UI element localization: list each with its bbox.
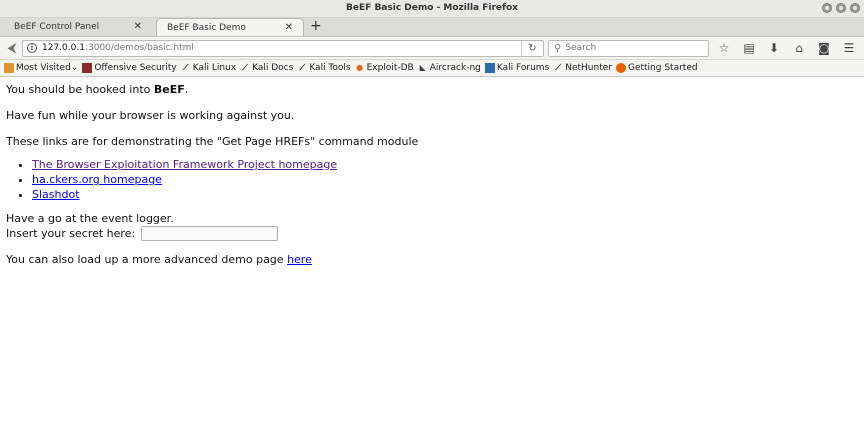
folder-icon	[4, 63, 14, 73]
link-beef-homepage[interactable]: The Browser Exploitation Framework Proje…	[32, 158, 337, 171]
tab-label: BeEF Basic Demo	[167, 22, 246, 33]
pocket-icon[interactable]: ◙	[817, 41, 831, 55]
bookmark-label: Kali Forums	[496, 63, 550, 73]
toolbar-icons: ☆ ▤ ⬇ ⌂ ◙ ☰	[717, 41, 856, 55]
list-item: ha.ckers.org homepage	[32, 172, 858, 187]
site-info-icon[interactable]: i	[27, 43, 37, 53]
tab-label: BeEF Control Panel	[14, 22, 100, 32]
kali-forums-icon	[484, 63, 495, 73]
links-intro-text: These links are for demonstrating the "G…	[6, 135, 419, 148]
bookmark-nethunter[interactable]: ⟋ NetHunter	[553, 63, 612, 73]
list-item: The Browser Exploitation Framework Proje…	[32, 157, 858, 172]
link-hackers-homepage[interactable]: ha.ckers.org homepage	[32, 173, 162, 186]
bookmark-label: Exploit-DB	[366, 63, 414, 73]
search-input[interactable]: ⚲ Search	[548, 39, 709, 57]
firefox-icon	[615, 63, 626, 73]
minimize-button[interactable]	[822, 3, 832, 13]
bookmark-kali-docs[interactable]: ⟋ Kali Docs	[240, 63, 293, 73]
bookmark-label: Kali Linux	[192, 63, 237, 73]
link-slashdot[interactable]: Slashdot	[32, 188, 80, 201]
bookmark-label: Offensive Security	[94, 63, 177, 73]
hooked-suffix: .	[184, 83, 189, 96]
close-icon	[853, 6, 857, 10]
bookmark-offensive-security[interactable]: Offensive Security	[82, 63, 177, 73]
kali-dragon-icon: ⟋	[555, 63, 562, 72]
search-icon: ⚲	[554, 42, 562, 54]
bookmark-exploit-db[interactable]: ● Exploit-DB	[355, 63, 414, 73]
bookmark-star-icon[interactable]: ☆	[717, 41, 731, 55]
url-bar[interactable]: i 127.0.0.1:3000/demos/basic.html ↻	[22, 39, 544, 57]
bookmark-most-visited[interactable]: Most Visited ⌄	[4, 63, 78, 73]
maximize-button[interactable]	[836, 3, 846, 13]
exploit-db-icon: ●	[356, 63, 364, 72]
kali-dragon-icon: ⟋	[242, 63, 248, 72]
bookmark-label: Kali Docs	[252, 63, 294, 73]
reading-list-icon[interactable]: ▤	[742, 41, 756, 55]
chevron-down-icon: ⌄	[70, 63, 79, 73]
url-host: 127.0.0.1	[42, 43, 85, 53]
maximize-icon	[839, 6, 843, 10]
bookmark-label: Kali Tools	[309, 63, 351, 73]
tab-beef-basic-demo[interactable]: BeEF Basic Demo ✕	[156, 18, 304, 36]
bookmark-kali-forums[interactable]: Kali Forums	[484, 63, 550, 73]
navigation-bar: ⮜ i 127.0.0.1:3000/demos/basic.html ↻ ⚲ …	[0, 37, 864, 60]
kali-dragon-icon: ⟋	[299, 63, 306, 72]
tab-close-icon[interactable]: ✕	[285, 22, 293, 33]
bookmarks-toolbar: Most Visited ⌄ Offensive Security ⟋ Kali L…	[0, 60, 864, 77]
demo-links-list: The Browser Exploitation Framework Proje…	[32, 157, 858, 202]
advanced-demo-link[interactable]: here	[287, 253, 312, 266]
home-icon[interactable]: ⌂	[792, 41, 806, 55]
bookmark-kali-linux[interactable]: ⟋ Kali Linux	[181, 63, 236, 73]
kali-dragon-icon: ⟋	[182, 63, 189, 72]
reload-button[interactable]: ↻	[521, 40, 543, 56]
new-tab-button[interactable]: +	[310, 17, 322, 36]
menu-icon[interactable]: ☰	[842, 41, 856, 55]
url-path: :3000/demos/basic.html	[84, 43, 194, 53]
hooked-text: You should be hooked into BeEF.	[6, 83, 858, 97]
secret-row: Insert your secret here:	[6, 226, 858, 241]
downloads-icon[interactable]: ⬇	[767, 41, 781, 55]
bookmark-aircrack-ng[interactable]: ◣ Aircrack-ng	[418, 63, 481, 73]
event-logger-text: Have a go at the event logger.	[6, 212, 174, 225]
secret-label: Insert your secret here:	[6, 226, 136, 240]
bookmark-label: Getting Started	[627, 63, 698, 73]
url-text: 127.0.0.1:3000/demos/basic.html	[42, 43, 194, 53]
beef-bold: BeEF	[153, 83, 185, 96]
tab-close-icon[interactable]: ✕	[134, 21, 142, 32]
minimize-icon	[825, 6, 829, 10]
window-titlebar: BeEF Basic Demo - Mozilla Firefox	[0, 0, 864, 18]
bookmark-getting-started[interactable]: Getting Started	[615, 63, 698, 73]
bookmark-kali-tools[interactable]: ⟋ Kali Tools	[297, 63, 351, 73]
bookmark-label: NetHunter	[565, 63, 612, 73]
bookmark-label: Most Visited	[16, 63, 71, 73]
list-item: Slashdot	[32, 187, 858, 202]
reload-icon: ↻	[528, 42, 537, 54]
window-controls	[822, 3, 860, 13]
tab-bar: BeEF Control Panel ✕ BeEF Basic Demo ✕ +	[0, 18, 864, 37]
have-fun-text: Have fun while your browser is working a…	[6, 109, 295, 122]
close-window-button[interactable]	[850, 3, 860, 13]
tab-beef-control-panel[interactable]: BeEF Control Panel ✕	[4, 18, 152, 36]
advanced-demo-text: You can also load up a more advanced dem…	[6, 253, 858, 267]
search-placeholder: Search	[565, 43, 597, 53]
advanced-prefix: You can also load up a more advanced dem…	[6, 253, 288, 266]
bookmark-label: Aircrack-ng	[429, 63, 481, 73]
page-content: You should be hooked into BeEF. Have fun…	[0, 77, 864, 285]
aircrack-icon: ◣	[419, 63, 426, 72]
back-button[interactable]: ⮜	[4, 40, 20, 56]
secret-input[interactable]	[141, 226, 279, 241]
hooked-prefix: You should be hooked into	[6, 83, 154, 96]
window-title: BeEF Basic Demo - Mozilla Firefox	[346, 3, 518, 13]
offsec-icon	[82, 63, 93, 73]
back-arrow-icon: ⮜	[7, 40, 17, 56]
